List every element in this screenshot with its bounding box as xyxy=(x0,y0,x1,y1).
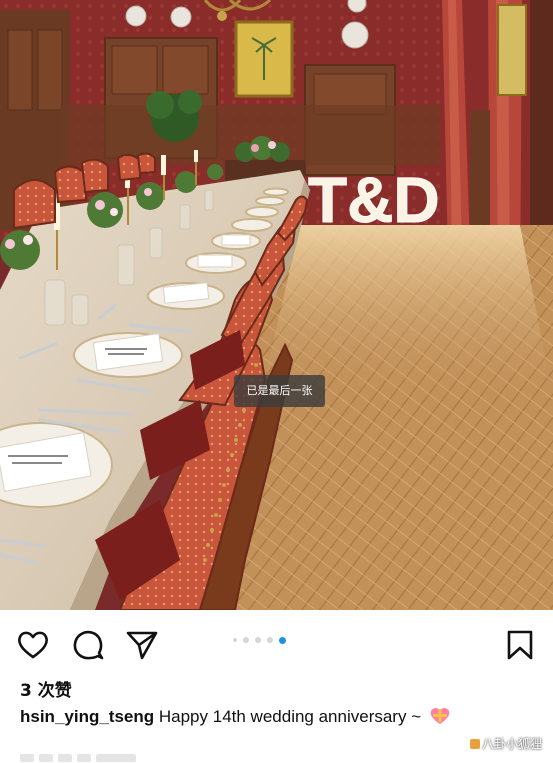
caption-text: Happy 14th wedding anniversary ~ xyxy=(158,707,422,726)
post-photo[interactable]: T&D 已是最后一张 xyxy=(0,0,553,610)
comment-icon[interactable] xyxy=(71,628,105,662)
send-icon[interactable] xyxy=(125,628,159,662)
post-caption: hsin_ying_tseng Happy 14th wedding anniv… xyxy=(20,707,451,727)
bookmark-icon[interactable] xyxy=(503,628,537,662)
next-line-fragment xyxy=(20,749,220,763)
watermark: 八卦小狐狸 xyxy=(470,735,542,752)
marquee-letters: T&D xyxy=(308,164,441,237)
like-count[interactable]: 3 次赞 xyxy=(20,676,72,701)
carousel-dot-active xyxy=(279,636,286,644)
carousel-dot xyxy=(243,637,249,643)
heart-icon[interactable] xyxy=(16,628,50,662)
carousel-dot xyxy=(267,637,273,643)
svg-text:T&D: T&D xyxy=(308,164,440,236)
dining-room-scene: T&D xyxy=(0,0,553,610)
carousel-indicator xyxy=(233,636,286,644)
fox-icon xyxy=(470,739,480,749)
carousel-dot xyxy=(233,638,237,642)
username-link[interactable]: hsin_ying_tseng xyxy=(20,707,154,726)
heart-gift-emoji-icon xyxy=(429,707,451,725)
carousel-dot xyxy=(255,637,261,643)
last-photo-toast: 已是最后一张 xyxy=(234,375,325,407)
